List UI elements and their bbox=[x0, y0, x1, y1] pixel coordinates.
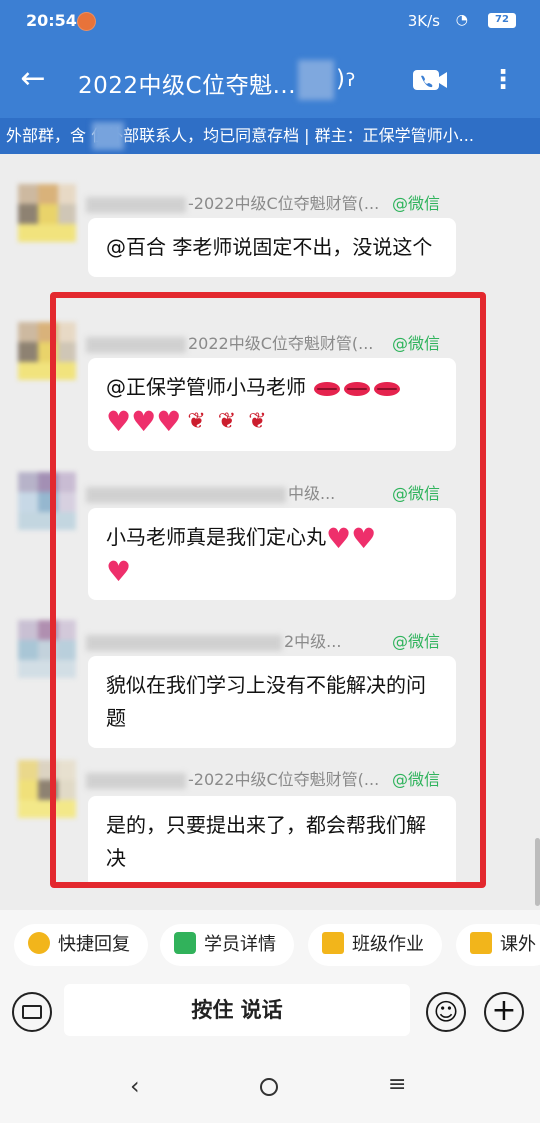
chat-title-suffix: ) bbox=[336, 66, 345, 92]
group-info-banner[interactable]: 外部群，含 位外部联系人，均已同意存档 | 群主：正保学管师小... bbox=[0, 118, 540, 154]
ear-mode-icon: ʔ bbox=[346, 70, 356, 91]
keyboard-toggle-icon[interactable] bbox=[12, 992, 52, 1032]
input-bar: 按住 说话 ☺ + bbox=[0, 978, 540, 1050]
title-bar: ← 2022中级C位夺魁... ) ʔ ⋮ bbox=[0, 44, 540, 118]
sender-name-redacted bbox=[86, 196, 186, 213]
message-bubble[interactable]: @百合 李老师说固定不出，没说这个 bbox=[88, 218, 456, 277]
hold-to-talk-button[interactable]: 按住 说话 bbox=[64, 984, 410, 1036]
extracurricular-icon bbox=[470, 932, 492, 954]
quick-reply-button[interactable]: 快捷回复 bbox=[14, 924, 148, 966]
emoji-picker-icon[interactable]: ☺ bbox=[426, 992, 466, 1032]
system-nav-bar: ‹ ≡ bbox=[0, 1050, 540, 1123]
red-highlight-box bbox=[50, 292, 486, 888]
back-arrow-icon[interactable]: ← bbox=[16, 62, 50, 96]
scrollbar[interactable] bbox=[535, 838, 540, 906]
more-options-icon[interactable]: ⋮ bbox=[488, 60, 518, 100]
extracurricular-button[interactable]: 课外 bbox=[456, 924, 540, 966]
more-attachments-icon[interactable]: + bbox=[484, 992, 524, 1032]
message-meta: -2022中级C位夺魁财管(... @微信 bbox=[86, 190, 440, 213]
student-detail-icon bbox=[174, 932, 196, 954]
nav-back-icon[interactable]: ‹ bbox=[130, 1072, 140, 1100]
homework-button[interactable]: 班级作业 bbox=[308, 924, 442, 966]
student-detail-label: 学员详情 bbox=[204, 934, 276, 955]
status-time: 20:54 bbox=[26, 11, 77, 30]
wechat-source-tag: @微信 bbox=[392, 194, 441, 213]
chat-message-list[interactable]: -2022中级C位夺魁财管(... @微信 @百合 李老师说固定不出，没说这个 … bbox=[0, 154, 540, 910]
sender-group: -2022中级C位夺魁财管(... bbox=[188, 194, 380, 213]
quick-actions-bar: 快捷回复 学员详情 班级作业 课外 bbox=[0, 910, 540, 978]
nav-menu-icon[interactable]: ≡ bbox=[388, 1072, 406, 1097]
network-speed: 3K/s bbox=[407, 12, 440, 30]
battery-icon: 72 bbox=[488, 13, 516, 28]
extracurricular-label: 课外 bbox=[500, 934, 536, 955]
title-redaction bbox=[298, 60, 334, 100]
message-text: @百合 李老师说固定不出，没说这个 bbox=[106, 235, 433, 259]
status-bar: 20:54 3K/s ◔ 72 bbox=[0, 0, 540, 44]
group-info-text: 外部群，含 位外部联系人，均已同意存档 | 群主：正保学管师小... bbox=[6, 126, 474, 145]
top-header: 20:54 3K/s ◔ 72 ← 2022中级C位夺魁... ) ʔ ⋮ bbox=[0, 0, 540, 118]
nav-home-icon[interactable] bbox=[260, 1078, 278, 1096]
student-detail-button[interactable]: 学员详情 bbox=[160, 924, 294, 966]
quick-reply-icon bbox=[28, 932, 50, 954]
homework-label: 班级作业 bbox=[352, 934, 424, 955]
avatar[interactable] bbox=[18, 184, 76, 242]
wifi-signal-icon: ◔ bbox=[455, 12, 468, 28]
homework-icon bbox=[322, 932, 344, 954]
video-call-icon[interactable] bbox=[412, 68, 448, 92]
info-redaction bbox=[92, 122, 124, 150]
chat-title: 2022中级C位夺魁... bbox=[78, 73, 297, 99]
quick-reply-label: 快捷回复 bbox=[58, 934, 130, 955]
notification-app-icon bbox=[77, 12, 96, 31]
